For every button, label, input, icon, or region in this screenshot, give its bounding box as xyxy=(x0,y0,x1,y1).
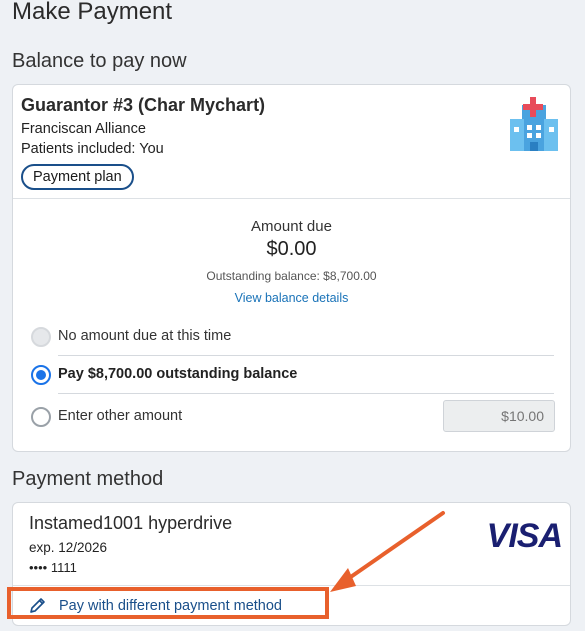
amount-due-value: $0.00 xyxy=(266,238,317,260)
option-divider xyxy=(58,355,554,356)
annotation-highlight-box xyxy=(7,587,329,619)
radio-other-amount[interactable] xyxy=(31,407,51,427)
card-number: •••• 1111 xyxy=(29,560,77,575)
option-divider xyxy=(58,393,554,394)
card-divider xyxy=(13,585,570,586)
balance-card: Guarantor #3 (Char Mychart) Franciscan A… xyxy=(12,84,571,452)
view-balance-details-link[interactable]: View balance details xyxy=(13,291,570,305)
hospital-icon xyxy=(510,97,558,151)
option-label[interactable]: Enter other amount xyxy=(58,408,182,424)
option-label: No amount due at this time xyxy=(58,328,232,344)
option-label[interactable]: Pay $8,700.00 outstanding balance xyxy=(58,366,297,382)
patients-included: Patients included: You xyxy=(21,141,164,157)
visa-logo-icon: VISA xyxy=(486,517,563,555)
option-no-amount: No amount due at this time xyxy=(31,327,554,347)
outstanding-balance: Outstanding balance: $8,700.00 xyxy=(206,269,377,283)
page-title: Make Payment xyxy=(12,0,173,25)
option-pay-outstanding[interactable]: Pay $8,700.00 outstanding balance xyxy=(31,365,554,385)
amount-due-label: Amount due xyxy=(251,218,332,235)
payment-plan-badge[interactable]: Payment plan xyxy=(21,164,134,190)
guarantor-name: Guarantor #3 (Char Mychart) xyxy=(21,95,266,115)
other-amount-input[interactable] xyxy=(443,400,555,432)
organization-name: Franciscan Alliance xyxy=(21,121,146,137)
balance-section-title: Balance to pay now xyxy=(12,50,187,72)
radio-no-amount xyxy=(31,327,51,347)
card-divider xyxy=(13,198,570,199)
card-expiration: exp. 12/2026 xyxy=(29,540,108,555)
payment-method-name: Instamed1001 hyperdrive xyxy=(29,513,233,533)
radio-pay-outstanding[interactable] xyxy=(31,365,51,385)
payment-method-title: Payment method xyxy=(12,468,164,490)
